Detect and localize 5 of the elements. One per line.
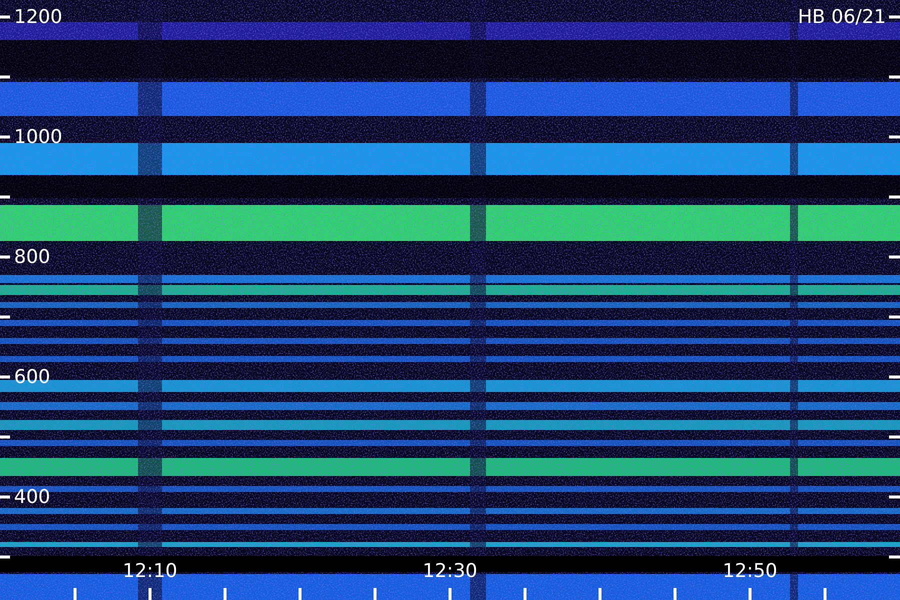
frequency-label: 1000 [14,126,62,148]
station-label: HB 06/21 [798,6,886,28]
frequency-label: 800 [14,246,50,268]
frequency-label: 1200 [14,6,62,28]
frequency-label: 400 [14,486,50,508]
